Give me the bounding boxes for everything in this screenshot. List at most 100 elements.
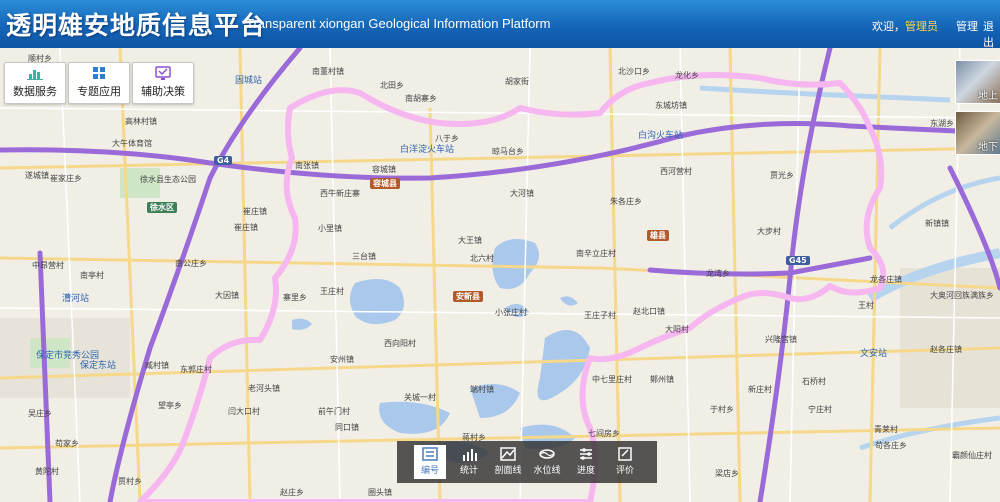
tool-evaluation-button[interactable]: 评价 <box>609 445 641 479</box>
map-place: 西向阳村 <box>384 339 416 348</box>
map-place: 宁庄村 <box>808 405 832 414</box>
tool-statistics-button[interactable]: 统计 <box>453 445 485 479</box>
map-place: 崔庄镇 <box>243 207 267 216</box>
map-place: 苟各庄乡 <box>875 441 907 450</box>
map-place: 鄚州镇 <box>650 375 674 384</box>
map-place: 南亭村 <box>80 271 104 280</box>
map-place: 北六村 <box>470 254 494 263</box>
map-place: 王庄子村 <box>584 311 616 320</box>
app-subtitle: Transparent xiongan Geological Informati… <box>246 16 551 31</box>
map-place: 臧村镇 <box>145 361 169 370</box>
map-place: 东郭庄村 <box>180 365 212 374</box>
map-place: 寨里乡 <box>283 293 307 302</box>
map-place: 西牛新庄寨 <box>320 189 360 198</box>
app-title: 透明雄安地质信息平台 <box>6 11 267 40</box>
map-place: 北沙口乡 <box>618 67 650 76</box>
tool-number-button[interactable]: 编号 <box>414 445 446 479</box>
map-place: 石桥村 <box>802 377 826 386</box>
map-place: 遂城镇 <box>25 171 49 180</box>
map-place: 大河镇 <box>510 189 534 198</box>
map-place: 吴庄乡 <box>28 409 52 418</box>
map-place: 七间房乡 <box>588 429 620 438</box>
map-place: 关城一村 <box>404 393 436 402</box>
map-place: 大步村 <box>757 227 781 236</box>
map-place: 青莱村 <box>874 425 898 434</box>
map-place: 赵各庄镇 <box>930 345 962 354</box>
map-canvas[interactable]: G4 G45 容城县 雄县 安新县 徐水区 顺村乡 固城站 南董村镇 北田乡 龙… <box>0 48 1000 502</box>
underground-view-button[interactable]: 地下 <box>955 111 1000 155</box>
map-place: 朱各庄乡 <box>610 197 642 206</box>
map-place: 闫大口村 <box>228 407 260 416</box>
map-place: 白沟火车站 <box>638 131 684 141</box>
map-place: 三台镇 <box>352 252 376 261</box>
menu-decision-support-button[interactable]: 辅助决策 <box>132 62 194 104</box>
map-place: 南辛立庄村 <box>576 249 616 258</box>
map-place: 中昂营村 <box>32 261 64 270</box>
welcome-label: 欢迎， <box>872 20 905 33</box>
map-place: 圈头镇 <box>368 488 392 497</box>
tool-statistics-label: 统计 <box>459 466 478 476</box>
admin-link[interactable]: 管理 <box>956 18 978 34</box>
map-place: 赵北口镇 <box>633 307 665 316</box>
map-place: 新镇镇 <box>925 219 949 228</box>
map-place: 霸颜仙庄村 <box>952 451 992 460</box>
statistics-icon <box>463 449 477 461</box>
above-ground-label: 地上 <box>978 91 998 102</box>
map-place: 中七里庄村 <box>592 375 632 384</box>
map-place: 黄陀村 <box>35 467 59 476</box>
menu-data-service-label: 数据服务 <box>13 85 57 98</box>
tool-water-level-button[interactable]: 水位线 <box>531 445 563 479</box>
map-place: 小里镇 <box>318 224 342 233</box>
tool-progress-button[interactable]: 进度 <box>570 445 602 479</box>
map-place: 南张镇 <box>295 161 319 170</box>
road-badge-g45: G45 <box>786 256 810 265</box>
menu-data-service-button[interactable]: 数据服务 <box>4 62 66 104</box>
map-place: 梁店乡 <box>715 469 739 478</box>
grid-icon <box>93 67 105 79</box>
map-place: 白洋淀火车站 <box>400 145 455 155</box>
app-header: 透明雄安地质信息平台 Transparent xiongan Geologica… <box>0 0 1000 50</box>
map-place: 新庄村 <box>748 385 772 394</box>
bottom-toolbar: 编号 统计 剖面线 水位线 进度 评价 <box>397 441 657 483</box>
welcome-text: 欢迎，管理员 <box>872 18 938 34</box>
menu-special-application-button[interactable]: 专题应用 <box>68 62 130 104</box>
map-place: 望亭乡 <box>158 401 182 410</box>
exit-link[interactable]: 退出 <box>983 18 1000 50</box>
tool-progress-label: 进度 <box>576 466 595 476</box>
map-place: 大午体育馆 <box>112 139 152 148</box>
map-place: 保定市竞秀公园 <box>36 351 100 361</box>
map-place: 龙各庄镇 <box>870 275 902 284</box>
username-link[interactable]: 管理员 <box>905 20 938 33</box>
tool-profile-line-label: 剖面线 <box>494 466 522 476</box>
map-place: 赵庄乡 <box>280 488 304 497</box>
number-icon <box>422 447 438 461</box>
map-place: 大因镇 <box>215 291 239 300</box>
map-place: 漕河站 <box>62 294 90 304</box>
map-place: 胡家街 <box>505 77 529 86</box>
map-place: 老河头镇 <box>248 384 280 393</box>
map-place: 崔家庄乡 <box>50 174 82 183</box>
above-ground-view-button[interactable]: 地上 <box>955 60 1000 104</box>
map-place: 同口镇 <box>335 423 359 432</box>
map-place: 安州镇 <box>330 355 354 364</box>
progress-icon <box>580 448 592 460</box>
map-place: 大阳村 <box>665 325 689 334</box>
menu-special-application-label: 专题应用 <box>77 85 121 98</box>
tool-evaluation-label: 评价 <box>615 466 634 476</box>
road-badge-g4: G4 <box>214 156 233 165</box>
map-place: 东城坊镇 <box>655 101 687 110</box>
underground-label: 地下 <box>978 142 998 153</box>
map-place: 大奥河回族满族乡 <box>930 291 994 300</box>
map-place: 南胡寨乡 <box>405 94 437 103</box>
map-place: 文安站 <box>860 349 888 359</box>
map-place: 高林村镇 <box>125 117 157 126</box>
tool-profile-line-button[interactable]: 剖面线 <box>492 445 524 479</box>
map-place: 容城镇 <box>372 165 396 174</box>
map-place: 王村 <box>858 301 874 310</box>
decision-icon <box>155 66 171 80</box>
menu-decision-support-label: 辅助决策 <box>141 85 185 98</box>
map-place: 贾光乡 <box>770 171 794 180</box>
map-place: 兴隆宫镇 <box>765 335 797 344</box>
county-badge-anxin: 安新县 <box>453 291 483 302</box>
map-place: 小张庄村 <box>495 308 527 317</box>
